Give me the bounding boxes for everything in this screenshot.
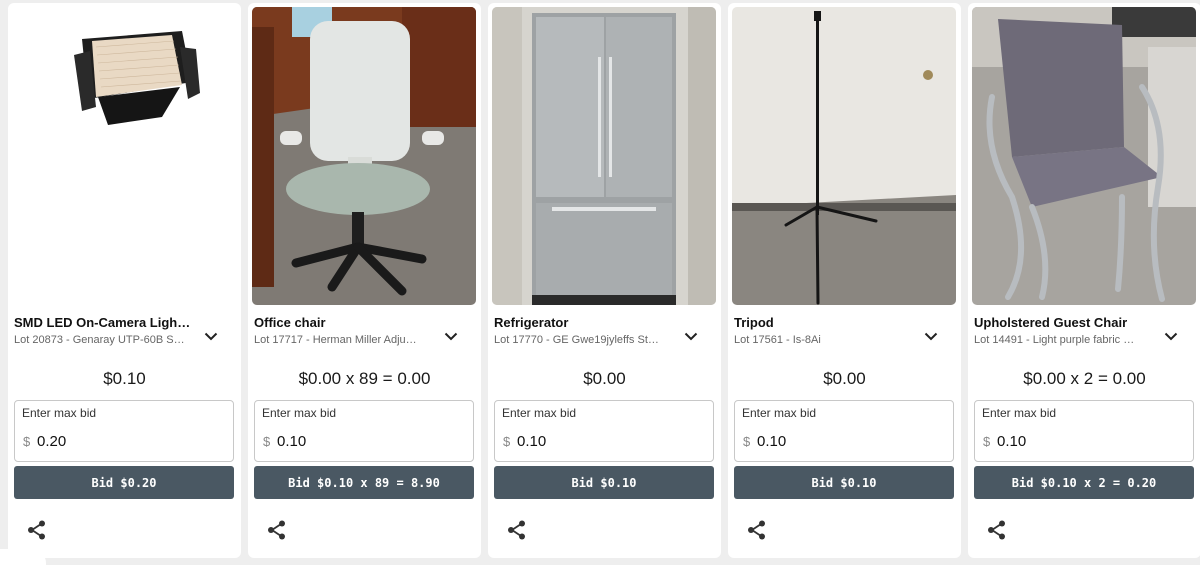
currency-symbol: $ — [983, 434, 991, 449]
floating-panel-edge — [0, 549, 46, 565]
share-icon[interactable] — [266, 519, 288, 541]
currency-symbol: $ — [263, 434, 271, 449]
lot-subtitle: Lot 14491 - Light purple fabric … — [974, 334, 1135, 346]
max-bid-input[interactable] — [277, 430, 462, 452]
lot-photo[interactable] — [252, 7, 476, 305]
lot-card: Tripod Lot 17561 - Is-8Ai $0.00 Enter ma… — [728, 3, 961, 558]
max-bid-label: Enter max bid — [262, 406, 337, 420]
lot-card: Upholstered Guest Chair Lot 14491 - Ligh… — [968, 3, 1200, 558]
lot-card-row: SMD LED On-Camera Light … Lot 20873 - Ge… — [8, 3, 1200, 558]
lot-title[interactable]: Upholstered Guest Chair — [974, 315, 1152, 330]
bid-button[interactable]: Bid $0.10 — [494, 466, 714, 499]
current-price: $0.00 x 2 = 0.00 — [1023, 369, 1146, 388]
max-bid-input[interactable] — [517, 430, 702, 452]
bid-button[interactable]: Bid $0.10 x 2 = 0.20 — [974, 466, 1194, 499]
bid-button[interactable]: Bid $0.20 — [14, 466, 234, 499]
chevron-down-icon[interactable] — [200, 325, 222, 347]
max-bid-field[interactable]: Enter max bid $ — [14, 400, 234, 462]
lot-photo[interactable] — [12, 7, 236, 305]
share-icon[interactable] — [26, 519, 48, 541]
refrigerator-image — [492, 7, 716, 305]
chevron-down-icon[interactable] — [920, 325, 942, 347]
max-bid-field[interactable]: Enter max bid $ — [974, 400, 1194, 462]
lot-subtitle: Lot 20873 - Genaray UTP-60B S… — [14, 334, 185, 346]
currency-symbol: $ — [23, 434, 31, 449]
office-chair-image — [252, 7, 476, 305]
lot-subtitle: Lot 17561 - Is-8Ai — [734, 334, 821, 346]
lot-card: Refrigerator Lot 17770 - GE Gwe19jyleffs… — [488, 3, 721, 558]
current-price: $0.00 — [823, 369, 866, 388]
max-bid-field[interactable]: Enter max bid $ — [734, 400, 954, 462]
share-icon[interactable] — [746, 519, 768, 541]
guest-chair-image — [972, 7, 1196, 305]
bid-button[interactable]: Bid $0.10 x 89 = 8.90 — [254, 466, 474, 499]
max-bid-field[interactable]: Enter max bid $ — [254, 400, 474, 462]
max-bid-input[interactable] — [997, 430, 1182, 452]
led-light-image — [12, 7, 236, 305]
share-icon[interactable] — [986, 519, 1008, 541]
lot-title[interactable]: SMD LED On-Camera Light … — [14, 315, 192, 330]
tripod-image — [732, 7, 956, 305]
lot-title[interactable]: Refrigerator — [494, 315, 672, 330]
lot-subtitle: Lot 17770 - GE Gwe19jyleffs St… — [494, 334, 659, 346]
lot-title[interactable]: Tripod — [734, 315, 912, 330]
lot-card: Office chair Lot 17717 - Herman Miller A… — [248, 3, 481, 558]
chevron-down-icon[interactable] — [440, 325, 462, 347]
chevron-down-icon[interactable] — [1160, 325, 1182, 347]
lot-subtitle: Lot 17717 - Herman Miller Adju… — [254, 334, 417, 346]
lot-photo[interactable] — [732, 7, 956, 305]
current-price: $0.10 — [103, 369, 146, 388]
lot-photo[interactable] — [492, 7, 716, 305]
chevron-down-icon[interactable] — [680, 325, 702, 347]
max-bid-label: Enter max bid — [502, 406, 577, 420]
max-bid-label: Enter max bid — [742, 406, 817, 420]
max-bid-label: Enter max bid — [982, 406, 1057, 420]
currency-symbol: $ — [743, 434, 751, 449]
current-price: $0.00 x 89 = 0.00 — [298, 369, 431, 388]
max-bid-label: Enter max bid — [22, 406, 97, 420]
max-bid-field[interactable]: Enter max bid $ — [494, 400, 714, 462]
lot-card: SMD LED On-Camera Light … Lot 20873 - Ge… — [8, 3, 241, 558]
current-price: $0.00 — [583, 369, 626, 388]
share-icon[interactable] — [506, 519, 528, 541]
max-bid-input[interactable] — [37, 430, 222, 452]
currency-symbol: $ — [503, 434, 511, 449]
lot-title[interactable]: Office chair — [254, 315, 432, 330]
lot-photo[interactable] — [972, 7, 1196, 305]
max-bid-input[interactable] — [757, 430, 942, 452]
bid-button[interactable]: Bid $0.10 — [734, 466, 954, 499]
